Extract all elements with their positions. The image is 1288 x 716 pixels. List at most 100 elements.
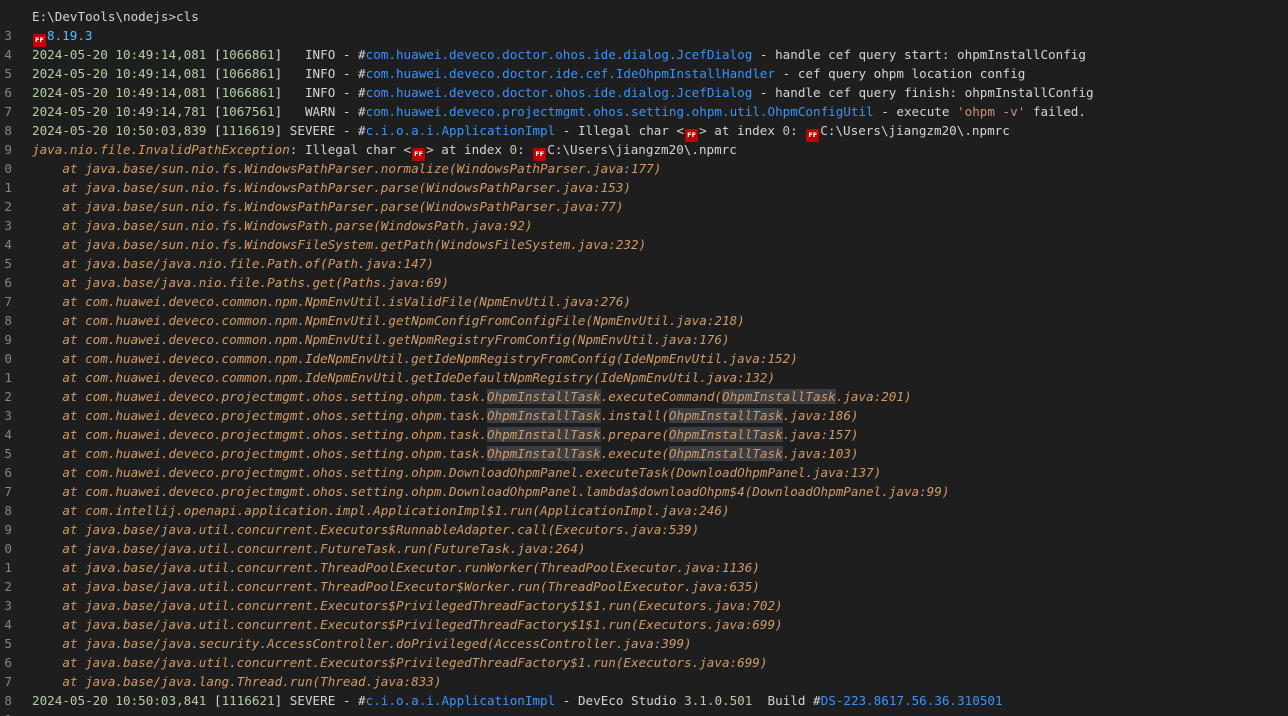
log-line[interactable]: 2024-05-20 10:49:14,081 [1066861] INFO -… — [32, 64, 1288, 83]
log-line[interactable]: at java.base/java.util.concurrent.Execut… — [32, 615, 1288, 634]
log-token: at java.base/sun.nio.fs.WindowsFileSyste… — [32, 237, 647, 252]
log-token: 3.1.0.501 — [684, 693, 753, 708]
log-line[interactable]: at com.huawei.deveco.common.npm.NpmEnvUt… — [32, 292, 1288, 311]
log-token: at com.huawei.deveco.projectmgmt.ohos.se… — [32, 446, 487, 461]
log-token: 2024-05-20 10:50:03,839 — [32, 123, 207, 138]
log-token: 1066861 — [221, 66, 275, 81]
log-token: 2024-05-20 10:49:14,781 — [32, 104, 207, 119]
line-number: 7 — [4, 484, 12, 499]
log-token: at com.huawei.deveco.projectmgmt.ohos.se… — [32, 427, 487, 442]
log-token: at java.base/java.nio.file.Paths.get(Pat… — [32, 275, 450, 290]
log-line[interactable]: 2024-05-20 10:49:14,081 [1066861] INFO -… — [32, 45, 1288, 64]
log-token: : — [517, 142, 533, 157]
log-line[interactable]: at java.base/java.nio.file.Path.of(Path.… — [32, 254, 1288, 273]
log-token: at java.base/java.util.concurrent.Execut… — [32, 617, 783, 632]
line-number: 4 — [4, 47, 12, 62]
log-line[interactable]: at com.huawei.deveco.projectmgmt.ohos.se… — [32, 482, 1288, 501]
log-token: 1067561 — [221, 104, 275, 119]
log-token: at com.huawei.deveco.common.npm.IdeNpmEn… — [32, 370, 776, 385]
log-token: at java.base/sun.nio.fs.WindowsPathParse… — [32, 199, 624, 214]
log-line[interactable]: at java.base/java.util.concurrent.Execut… — [32, 596, 1288, 615]
log-line[interactable]: at java.base/java.security.AccessControl… — [32, 634, 1288, 653]
log-token: .prepare( — [600, 427, 669, 442]
log-line[interactable]: FF 8.19.3 — [32, 26, 1288, 47]
line-number: 7 — [4, 674, 12, 689]
log-line[interactable]: 2024-05-20 10:50:03,839 [1116619] SEVERE… — [32, 121, 1288, 142]
log-line[interactable]: at java.base/java.util.concurrent.Future… — [32, 539, 1288, 558]
log-token: .java:103) — [782, 446, 859, 461]
log-token: com.huawei.deveco.doctor.ohos.ide.dialog… — [365, 47, 753, 62]
log-token: ] INFO - # — [274, 85, 366, 100]
log-line[interactable]: at java.base/sun.nio.fs.WindowsPath.pars… — [32, 216, 1288, 235]
line-number: 1 — [4, 180, 12, 195]
log-token: at com.huawei.deveco.common.npm.IdeNpmEn… — [32, 351, 798, 366]
log-line[interactable]: E:\DevTools\nodejs>cls — [32, 7, 1288, 26]
line-number: 3 — [4, 408, 12, 423]
log-line[interactable]: 2024-05-20 10:49:14,081 [1066861] INFO -… — [32, 83, 1288, 102]
log-line[interactable]: at java.base/java.util.concurrent.Thread… — [32, 558, 1288, 577]
log-line[interactable]: at java.base/java.util.concurrent.Execut… — [32, 653, 1288, 672]
log-token: .java:157) — [782, 427, 859, 442]
log-line[interactable]: at java.base/java.util.concurrent.Thread… — [32, 577, 1288, 596]
log-line[interactable]: at com.huawei.deveco.projectmgmt.ohos.se… — [32, 425, 1288, 444]
log-token: DS-223.8617.56.36.310501 — [820, 693, 1003, 708]
log-token: at java.base/java.util.concurrent.Execut… — [32, 598, 783, 613]
log-line[interactable]: at java.base/java.util.concurrent.Execut… — [32, 520, 1288, 539]
log-line[interactable]: at java.base/java.nio.file.Paths.get(Pat… — [32, 273, 1288, 292]
line-number: 5 — [4, 446, 12, 461]
log-line[interactable]: at com.huawei.deveco.projectmgmt.ohos.se… — [32, 387, 1288, 406]
log-line[interactable]: at com.intellij.openapi.application.impl… — [32, 501, 1288, 520]
log-token: at com.huawei.deveco.projectmgmt.ohos.se… — [32, 484, 950, 499]
log-line[interactable]: java.nio.file.InvalidPathException: Ille… — [32, 140, 1288, 161]
log-token: [ — [206, 66, 222, 81]
log-token: .java:201) — [835, 389, 912, 404]
editor-pane[interactable]: 3 4 5 6 7 8 9 0 1 2 3 4 5 6 7 8 9 0 1 2 3 4 5 6 7 8 9 0 1 2 3 4 5 6 7 8 9 E:… — [0, 0, 1288, 716]
log-token: E:\DevTools\nodejs>cls — [32, 9, 199, 24]
line-number: 5 — [4, 66, 12, 81]
line-number: 5 — [4, 256, 12, 271]
line-number: 5 — [4, 636, 12, 651]
line-number: 6 — [4, 275, 12, 290]
log-token: ] WARN - # — [274, 104, 366, 119]
log-token: at com.intellij.openapi.application.impl… — [32, 503, 730, 518]
log-token: 0 — [782, 123, 791, 138]
log-line[interactable]: at com.huawei.deveco.projectmgmt.ohos.se… — [32, 463, 1288, 482]
log-token: com.huawei.deveco.projectmgmt.ohos.setti… — [365, 104, 874, 119]
log-token: at java.base/java.util.concurrent.Future… — [32, 541, 586, 556]
log-line[interactable]: at com.huawei.deveco.common.npm.IdeNpmEn… — [32, 349, 1288, 368]
log-token: OhpmInstallTask — [668, 427, 783, 442]
log-token: - DevEco Studio — [555, 693, 685, 708]
log-token: at com.huawei.deveco.projectmgmt.ohos.se… — [32, 389, 487, 404]
log-token: > at index — [699, 123, 783, 138]
log-line[interactable]: at com.huawei.deveco.common.npm.NpmEnvUt… — [32, 311, 1288, 330]
log-line[interactable]: at com.huawei.deveco.projectmgmt.ohos.se… — [32, 406, 1288, 425]
line-number — [0, 7, 12, 26]
log-line[interactable]: 2024-05-20 10:49:14,781 [1067561] WARN -… — [32, 102, 1288, 121]
line-number: 0 — [4, 541, 12, 556]
log-line[interactable]: at com.huawei.deveco.common.npm.IdeNpmEn… — [32, 368, 1288, 387]
log-line[interactable]: at java.base/sun.nio.fs.WindowsFileSyste… — [32, 235, 1288, 254]
log-token: 2024-05-20 10:49:14,081 — [32, 66, 207, 81]
log-token: - handle cef query start: ohpmInstallCon… — [752, 47, 1086, 62]
log-token: at com.huawei.deveco.common.npm.NpmEnvUt… — [32, 313, 745, 328]
log-line[interactable]: at java.base/java.lang.Thread.run(Thread… — [32, 672, 1288, 691]
line-number: 1 — [4, 370, 12, 385]
line-number: 4 — [4, 427, 12, 442]
log-line[interactable]: 2024-05-20 10:50:03,841 [1116621] SEVERE… — [32, 691, 1288, 710]
line-number: 3 — [4, 28, 12, 43]
log-token: at java.base/java.util.concurrent.Execut… — [32, 522, 700, 537]
log-line[interactable]: at java.base/sun.nio.fs.WindowsPathParse… — [32, 159, 1288, 178]
log-token: failed. — [1025, 104, 1086, 119]
log-token: at com.huawei.deveco.projectmgmt.ohos.se… — [32, 408, 487, 423]
log-token: Build # — [752, 693, 821, 708]
log-token: [ — [206, 85, 222, 100]
log-line[interactable]: at java.base/sun.nio.fs.WindowsPathParse… — [32, 178, 1288, 197]
log-line[interactable]: at com.huawei.deveco.common.npm.NpmEnvUt… — [32, 330, 1288, 349]
log-token: C:\Users\jiangzm20\.npmrc — [547, 142, 737, 157]
log-line[interactable]: at com.huawei.deveco.projectmgmt.ohos.se… — [32, 444, 1288, 463]
log-token: at java.base/java.util.concurrent.Thread… — [32, 560, 760, 575]
line-number: 2 — [4, 389, 12, 404]
line-number: 9 — [4, 522, 12, 537]
line-number: 8 — [4, 123, 12, 138]
log-line[interactable]: at java.base/sun.nio.fs.WindowsPathParse… — [32, 197, 1288, 216]
